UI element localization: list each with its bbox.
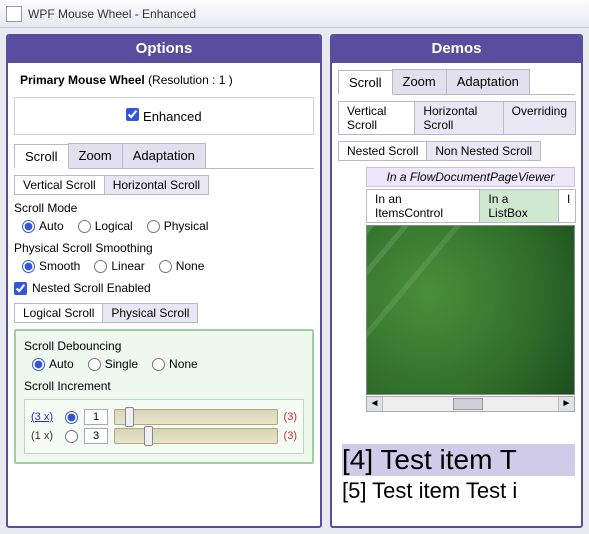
scroll-mode-group: Auto Logical Physical bbox=[14, 219, 314, 233]
hscroll-thumb[interactable] bbox=[453, 398, 483, 410]
smoothing-linear[interactable]: Linear bbox=[94, 259, 144, 273]
scroll-mode-label: Scroll Mode bbox=[14, 201, 314, 215]
app-icon bbox=[6, 6, 22, 22]
increment-radio-1[interactable] bbox=[65, 430, 78, 443]
tab-zoom[interactable]: Zoom bbox=[68, 143, 123, 168]
hscroll-track[interactable] bbox=[383, 397, 558, 411]
demos-subtab-nested[interactable]: Nested Scroll bbox=[338, 141, 427, 161]
inner-tab-itemscontrol[interactable]: In an ItemsControl bbox=[366, 189, 480, 223]
demos-tab-scroll[interactable]: Scroll bbox=[338, 70, 393, 95]
increment-val-1[interactable]: 3 bbox=[84, 428, 108, 444]
debouncing-label: Scroll Debouncing bbox=[24, 339, 304, 353]
inner-tab-listbox[interactable]: In a ListBox bbox=[479, 189, 559, 223]
demos-header: Demos bbox=[332, 36, 581, 63]
demos-subtab-vertical[interactable]: Vertical Scroll bbox=[338, 101, 415, 135]
inner-tabs: In an ItemsControl In a ListBox I bbox=[366, 189, 575, 223]
docviewer-header: In a FlowDocumentPageViewer bbox=[366, 167, 575, 187]
demos-tab-adaptation[interactable]: Adaptation bbox=[446, 69, 530, 94]
demos-subtabs1: Vertical Scroll Horizontal Scroll Overri… bbox=[338, 101, 575, 135]
increment-box: (3 x) 1 (3) (1 x) 3 (3) bbox=[24, 399, 304, 454]
scroll-mode-logical[interactable]: Logical bbox=[78, 219, 133, 233]
options-header: Options bbox=[8, 36, 320, 63]
smoothing-smooth[interactable]: Smooth bbox=[22, 259, 80, 273]
increment-slider-0[interactable] bbox=[114, 409, 278, 425]
image-hscrollbar[interactable]: ◄ ► bbox=[366, 396, 575, 412]
list-item-5[interactable]: [5] Test item Test i bbox=[342, 478, 575, 504]
increment-radio-0[interactable] bbox=[65, 411, 78, 424]
subtab-horizontal[interactable]: Horizontal Scroll bbox=[104, 175, 209, 195]
increment-slider-1[interactable] bbox=[114, 428, 278, 444]
debouncing-auto[interactable]: Auto bbox=[32, 357, 74, 371]
nested-enabled-checkbox[interactable] bbox=[14, 282, 27, 295]
hscroll-right-arrow[interactable]: ► bbox=[558, 397, 574, 411]
debouncing-single[interactable]: Single bbox=[88, 357, 138, 371]
options-panel: Options Primary Mouse Wheel (Resolution … bbox=[6, 34, 322, 528]
primary-wheel-label: Primary Mouse Wheel (Resolution : 1 ) bbox=[14, 69, 314, 91]
options-tabs: Scroll Zoom Adaptation bbox=[14, 143, 314, 169]
tab-scroll[interactable]: Scroll bbox=[14, 144, 69, 169]
nested-tab-physical[interactable]: Physical Scroll bbox=[102, 303, 198, 323]
tab-adaptation[interactable]: Adaptation bbox=[122, 143, 206, 168]
enhanced-checkbox[interactable] bbox=[126, 108, 139, 121]
scroll-mode-auto[interactable]: Auto bbox=[22, 219, 64, 233]
mult-link-0[interactable]: (3 x) bbox=[31, 411, 59, 423]
subtab-vertical[interactable]: Vertical Scroll bbox=[14, 175, 105, 195]
list-area: [4] Test item T [5] Test item Test i bbox=[338, 430, 575, 506]
increment-row-0: (3 x) 1 (3) bbox=[31, 409, 297, 425]
options-subtabs: Vertical Scroll Horizontal Scroll bbox=[14, 175, 314, 195]
demos-subtab-nonnested[interactable]: Non Nested Scroll bbox=[426, 141, 541, 161]
list-item-cut bbox=[342, 434, 575, 442]
hscroll-left-arrow[interactable]: ◄ bbox=[367, 397, 383, 411]
increment-label: Scroll Increment bbox=[24, 379, 304, 393]
leaf-image bbox=[366, 225, 575, 395]
demos-subtab-overriding[interactable]: Overriding bbox=[503, 101, 576, 135]
window-title: WPF Mouse Wheel - Enhanced bbox=[28, 7, 196, 21]
demos-subtabs2: Nested Scroll Non Nested Scroll bbox=[338, 141, 575, 161]
increment-row-1: (1 x) 3 (3) bbox=[31, 428, 297, 444]
demos-panel: Demos Scroll Zoom Adaptation Vertical Sc… bbox=[330, 34, 583, 528]
increment-max-1: (3) bbox=[284, 430, 297, 442]
nested-tab-logical[interactable]: Logical Scroll bbox=[14, 303, 103, 323]
nested-scroll-box: Scroll Debouncing Auto Single None Scrol… bbox=[14, 329, 314, 464]
enhanced-checkbox-row[interactable]: Enhanced bbox=[14, 97, 314, 135]
increment-val-0[interactable]: 1 bbox=[84, 409, 108, 425]
demos-tabs: Scroll Zoom Adaptation bbox=[338, 69, 575, 95]
debouncing-group: Auto Single None bbox=[24, 357, 304, 371]
increment-max-0: (3) bbox=[284, 411, 297, 423]
debouncing-none[interactable]: None bbox=[152, 357, 198, 371]
demos-tab-zoom[interactable]: Zoom bbox=[392, 69, 447, 94]
list-item-4[interactable]: [4] Test item T bbox=[342, 444, 575, 476]
titlebar: WPF Mouse Wheel - Enhanced bbox=[0, 0, 589, 28]
nested-enabled-row[interactable]: Nested Scroll Enabled bbox=[14, 281, 314, 295]
mult-link-1[interactable]: (1 x) bbox=[31, 430, 59, 442]
inner-tab-cut[interactable]: I bbox=[558, 189, 576, 223]
smoothing-none[interactable]: None bbox=[159, 259, 205, 273]
smoothing-group: Smooth Linear None bbox=[14, 259, 314, 273]
smoothing-label: Physical Scroll Smoothing bbox=[14, 241, 314, 255]
nested-tabs: Logical Scroll Physical Scroll bbox=[14, 303, 314, 323]
scroll-mode-physical[interactable]: Physical bbox=[147, 219, 209, 233]
demos-subtab-horizontal[interactable]: Horizontal Scroll bbox=[414, 101, 503, 135]
